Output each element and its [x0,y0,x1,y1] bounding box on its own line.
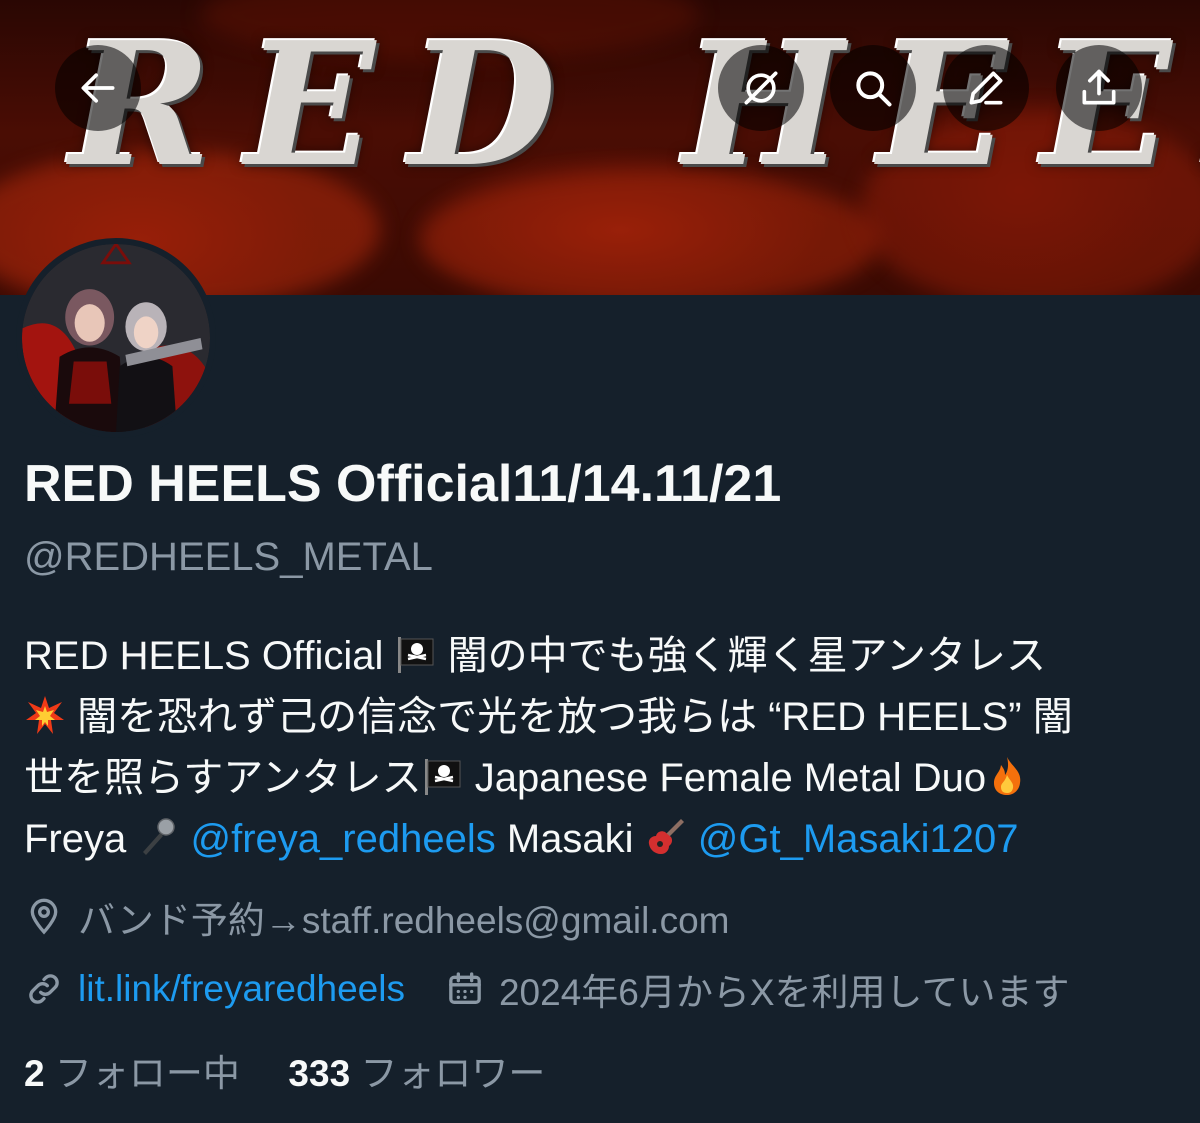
following-label: フォロー中 [54,1053,240,1094]
followers-label: フォロワー [360,1053,546,1094]
profile-name: RED HEELS Official11/14.11/21 [24,455,782,513]
search-icon [856,71,892,107]
profile-meta-row: lit.link/freyaredheels 2024年6月からXを利用していま… [24,962,1069,1016]
search-button[interactable] [830,45,916,131]
bio-line-2: 闇を恐れず己の信念で光を放つ我らは “RED HEELS” 闇 [24,687,1174,748]
mention-freya[interactable]: @freya_redheels [190,817,495,861]
pirate-flag-emoji-icon [422,754,464,796]
profile-stats: 2 フォロー中 333 フォロワー [24,1043,545,1097]
calendar-icon [449,972,481,1004]
profile-joined-date: 2024年6月からXを利用しています [498,972,1070,1013]
grok-button[interactable] [718,45,804,131]
location-pin-icon [30,898,58,935]
collision-emoji-icon [24,693,66,735]
profile-location: バンド予約→staff.redheels@gmail.com [24,890,729,944]
link-icon [29,974,59,1004]
followers-count: 333 [288,1053,351,1094]
following-link[interactable]: 2 フォロー中 [24,1053,250,1094]
mention-masaki[interactable]: @Gt_Masaki1207 [698,817,1019,861]
back-arrow-icon [81,73,115,103]
profile-bio: RED HEELS Official 闇の中でも強く輝く星アンタレス 闇を恐れず… [24,626,1174,870]
avatar-photo [22,244,210,432]
bio-line-4: Freya @freya_redheels Masaki @Gt_Masaki1… [24,815,1019,861]
guitar-emoji-icon [645,815,687,857]
fire-emoji-icon [986,754,1028,796]
share-button[interactable] [1056,45,1142,131]
bio-line-1: RED HEELS Official 闇の中でも強く輝く星アンタレス [24,632,1047,678]
edit-icon [969,71,1003,105]
profile-website-link[interactable]: lit.link/freyaredheels [78,968,405,1010]
pirate-flag-emoji-icon [395,632,437,674]
profile-handle: @REDHEELS_METAL [24,535,433,579]
profile-avatar[interactable] [16,238,216,438]
back-button[interactable] [55,45,141,131]
edit-button[interactable] [943,45,1029,131]
bio-line-3: 世を照らすアンタレス Japanese Female Metal Duo [24,748,1174,809]
share-icon [1082,69,1116,105]
grok-slash-icon [744,71,778,105]
followers-link[interactable]: 333 フォロワー [288,1053,545,1094]
profile-banner[interactable]: RED HEELS [0,0,1200,295]
following-count: 2 [24,1053,45,1094]
microphone-emoji-icon [137,815,179,857]
